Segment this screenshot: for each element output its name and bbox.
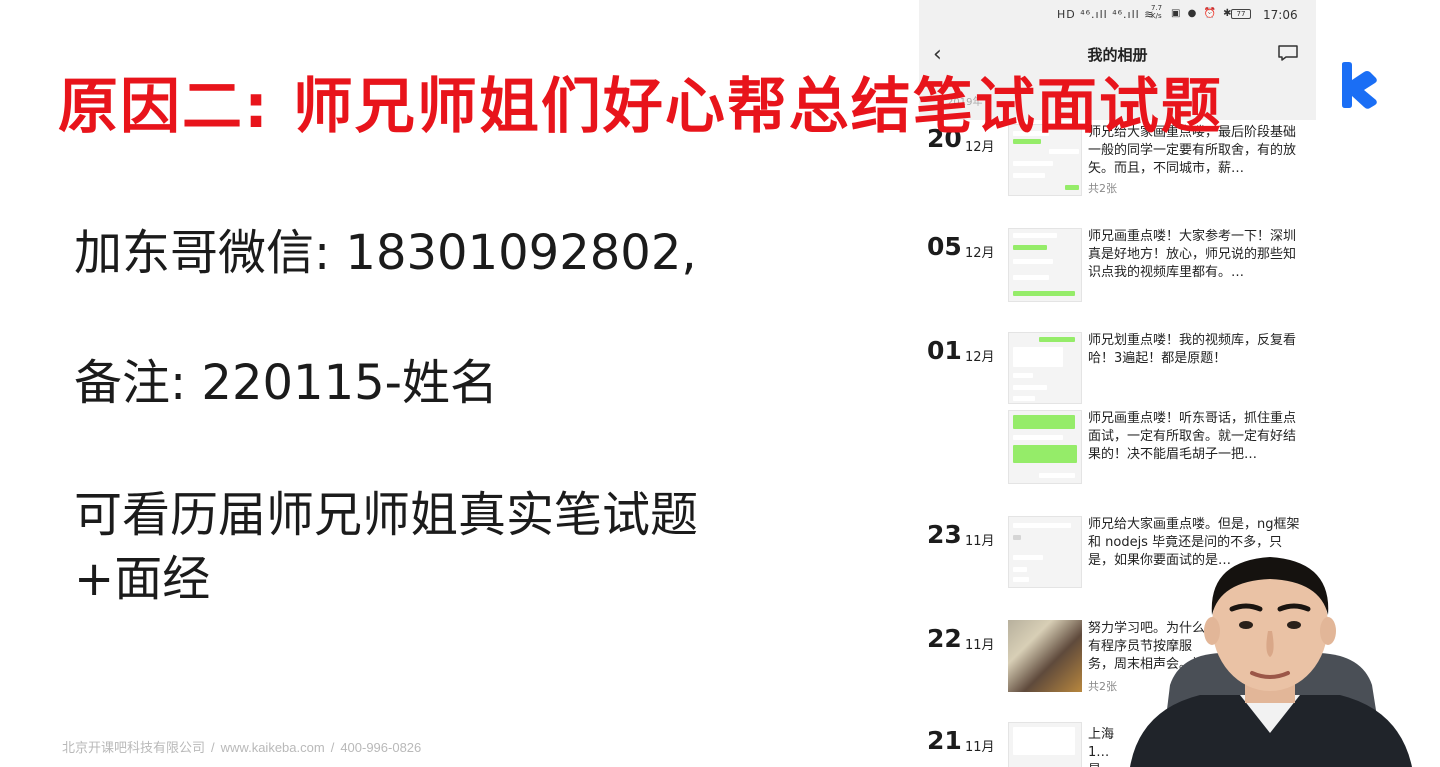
chat-screenshot-thumbnail <box>1008 516 1082 588</box>
entry-day: 22 <box>927 624 962 653</box>
wechat-contact-line: 加东哥微信: 18301092802, <box>74 225 697 281</box>
entry-photo-count: 共2张 <box>1088 182 1117 195</box>
comment-icon[interactable] <box>1277 44 1299 62</box>
entry-text: 师兄画重点喽！大家参考一下！深圳真是好地方！放心，师兄说的那些知识点我的视频库里… <box>1088 229 1297 280</box>
presenter-webcam <box>1130 557 1412 767</box>
footer-separator: / <box>211 740 215 755</box>
benefit-line-2: +面经 <box>74 551 211 607</box>
note-line: 备注: 220115-姓名 <box>74 355 498 411</box>
benefit-line-1: 可看历届师兄师姐真实笔试题 <box>74 487 699 543</box>
entry-day: 21 <box>927 726 962 755</box>
kaikeba-logo-icon <box>1342 62 1377 109</box>
chat-screenshot-thumbnail <box>1008 228 1082 302</box>
entry-month: 11月 <box>965 534 995 549</box>
slide-title: 原因二: 师兄师姐们好心帮总结笔试面试题 <box>58 72 1223 142</box>
entry-month: 12月 <box>965 350 995 365</box>
entry-day: 01 <box>927 336 962 365</box>
status-bar: HD ⁴⁶.ıll ⁴⁶.ıll ≋ 7.7 K/s ▣ ● ⏰ ✱ 77 17… <box>919 0 1316 30</box>
entry-day: 23 <box>927 520 962 549</box>
battery-icon: 77 <box>1231 9 1251 19</box>
entry-month: 12月 <box>965 246 995 261</box>
network-speed: 7.7 K/s <box>1151 4 1163 20</box>
footer-separator: / <box>330 740 335 755</box>
chat-screenshot-thumbnail <box>1008 410 1082 484</box>
footer-site: www.kaikeba.com <box>220 740 325 755</box>
signal-icons: HD ⁴⁶.ıll ⁴⁶.ıll ≋ <box>1057 8 1155 21</box>
entry-month: 11月 <box>965 638 995 653</box>
footer-company: 北京开课吧科技有限公司 <box>62 740 206 755</box>
slide-footer: 北京开课吧科技有限公司 / www.kaikeba.com / 400-996-0826 <box>62 737 421 756</box>
status-time: 17:06 <box>1263 8 1298 22</box>
photo-thumbnail <box>1008 620 1082 692</box>
entry-month: 11月 <box>965 740 995 755</box>
entry-text: 师兄划重点喽！我的视频库，反复看哈！3遍起！都是原题！ <box>1088 333 1297 366</box>
status-icons: ▣ ● ⏰ ✱ <box>1171 8 1234 19</box>
chat-screenshot-thumbnail <box>1008 332 1082 404</box>
entry-text: 师兄画重点喽！听东哥话，抓住重点面试，一定有所取舍。就一定有好结果的！决不能眉毛… <box>1088 411 1297 462</box>
entry-day: 05 <box>927 232 962 261</box>
chat-screenshot-thumbnail <box>1008 722 1082 767</box>
footer-phone: 400-996-0826 <box>340 740 422 755</box>
